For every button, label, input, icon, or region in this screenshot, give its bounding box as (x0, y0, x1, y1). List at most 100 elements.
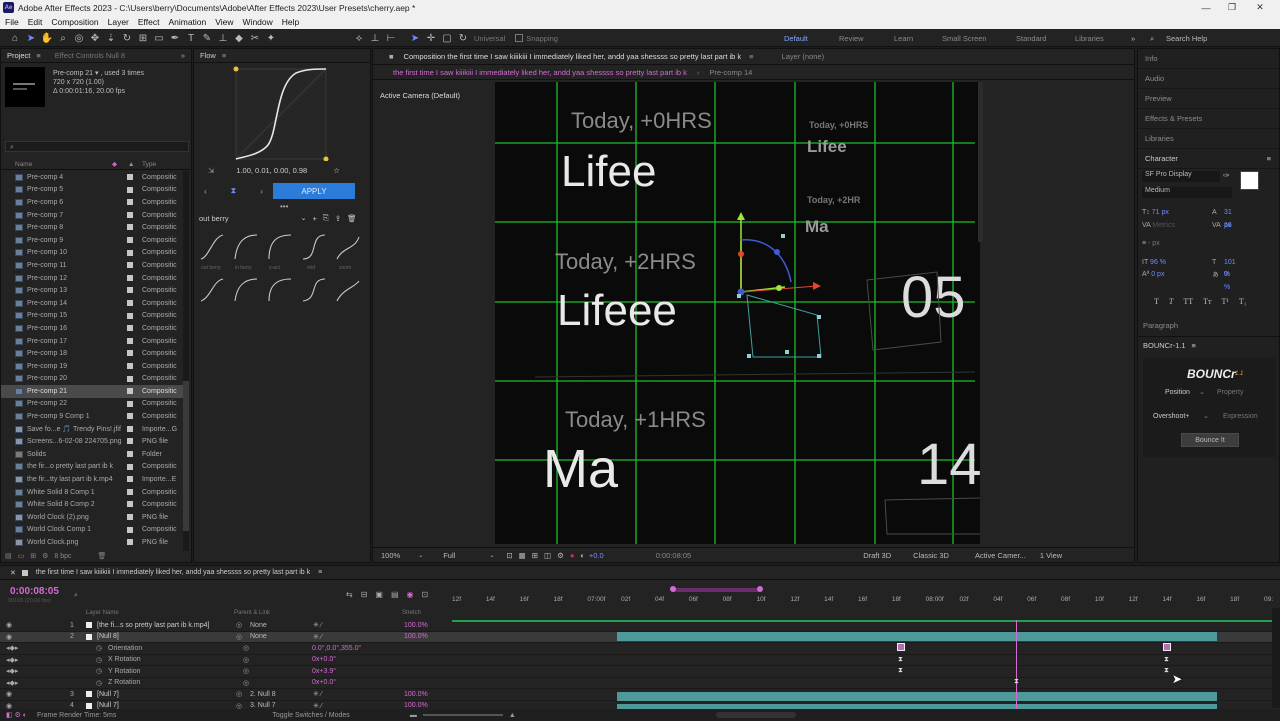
tab-project[interactable]: Project (7, 51, 30, 60)
favorite-icon[interactable]: ☆ (333, 166, 340, 175)
font-style-dropdown[interactable]: Medium (1142, 187, 1232, 198)
label-color-swatch[interactable] (127, 325, 133, 332)
visibility-icon[interactable]: ◉ (6, 633, 12, 641)
project-item[interactable]: Pre-comp 14 Compositic (1, 297, 183, 310)
menu-composition[interactable]: Composition (51, 17, 98, 27)
views-dropdown[interactable]: 1 View (1040, 551, 1062, 560)
all-caps-icon[interactable]: TT (1183, 297, 1193, 306)
world-axis-icon[interactable]: ⊢ (384, 31, 398, 45)
menu-file[interactable]: File (5, 17, 19, 27)
workspace-learn[interactable]: Learn (894, 34, 913, 43)
project-item[interactable]: Pre-comp 21 Compositic (1, 385, 183, 398)
property-value[interactable]: 0x+0.0° (312, 679, 336, 686)
faux-bold-icon[interactable]: T (1154, 297, 1159, 306)
color-channel-icon[interactable]: ● (570, 551, 575, 560)
workspace-small-screen[interactable]: Small Screen (942, 34, 987, 43)
tab-composition[interactable]: Composition the first time I saw kiiikii… (404, 52, 742, 61)
menu-help[interactable]: Help (282, 17, 299, 27)
composition-viewer[interactable]: Today, +0HRS Lifee Today, +2HRS Lifeee T… (495, 82, 980, 544)
font-family-dropdown[interactable]: SF Pro Display (1142, 171, 1220, 182)
keyframe-navigator-icon[interactable]: ◂◆▸ (6, 679, 18, 687)
label-color-swatch[interactable] (127, 451, 133, 458)
label-color-swatch[interactable] (127, 236, 133, 243)
project-item[interactable]: Screens...6-02-08 224705.png PNG file (1, 435, 183, 448)
pan-camera-icon[interactable]: ✥ (88, 31, 102, 45)
project-item[interactable]: Pre-comp 15 Compositic (1, 310, 183, 323)
rotation-tool-icon[interactable]: ↻ (120, 31, 134, 45)
lock-icon[interactable]: ■ (389, 52, 394, 61)
selection-tool-icon[interactable]: ➤ (24, 31, 38, 45)
rectangle-tool-icon[interactable]: ▭ (152, 31, 166, 45)
eraser-icon[interactable]: ◆ (232, 31, 246, 45)
hand-tool-icon[interactable]: ✋ (40, 31, 54, 45)
character-panel-tab[interactable]: Character (1145, 154, 1178, 163)
delete-icon[interactable]: 🗑 (98, 552, 107, 560)
column-layer-name[interactable]: Layer Name (86, 610, 119, 616)
tsume-value[interactable]: 0 % (1224, 269, 1230, 294)
stretch-value[interactable]: 100.0% (404, 633, 428, 640)
pickwhip-icon[interactable]: ◎ (236, 621, 242, 629)
preview-panel-tab[interactable]: Preview (1138, 89, 1279, 109)
graph-editor-icon[interactable]: ⊡ (422, 590, 429, 599)
timeline-scrollbar[interactable] (1272, 608, 1280, 708)
home-icon[interactable]: ⌂ (8, 31, 22, 45)
audio-panel-tab[interactable]: Audio (1138, 69, 1279, 89)
vertical-scale-value[interactable]: 96 % (1150, 259, 1166, 266)
label-color-swatch[interactable] (127, 274, 133, 281)
keyframe-navigator-icon[interactable]: ◂◆▸ (6, 667, 18, 675)
label-color-swatch[interactable] (127, 186, 133, 193)
search-help-input[interactable]: Search Help (1166, 34, 1207, 43)
scale-icon[interactable]: ▢ (440, 31, 454, 45)
menu-edit[interactable]: Edit (28, 17, 43, 27)
resolution-dropdown[interactable]: Full (443, 551, 455, 560)
tab-layer[interactable]: Layer (none) (782, 52, 825, 61)
visibility-icon[interactable]: ◉ (6, 690, 12, 698)
superscript-icon[interactable]: T¹ (1222, 297, 1229, 306)
stretch-value[interactable]: 100.0% (404, 691, 428, 698)
stretch-value[interactable]: 100.0% (404, 622, 428, 629)
pickwhip-icon[interactable]: ◎ (243, 644, 249, 652)
eyedropper-icon[interactable]: ✑ (1223, 171, 1230, 180)
label-color-swatch[interactable] (127, 413, 133, 420)
mask-visibility-icon[interactable]: ⊞ (532, 551, 538, 560)
zoom-dropdown[interactable]: 100% (381, 551, 400, 560)
puppet-pin-icon[interactable]: ✦ (264, 31, 278, 45)
add-preset-icon[interactable]: + (312, 214, 316, 223)
layer-row[interactable]: ◉ 2 [Null 8] None ✳ ⁄ 100.0% ◎ (0, 631, 1272, 643)
property-value[interactable]: 0x+3.9° (312, 668, 336, 675)
layer-switches-icon[interactable]: ✳ ⁄ (313, 621, 322, 629)
property-value[interactable]: 0.0°,0.0°,355.0° (312, 645, 361, 652)
close-icon[interactable]: ✕ (1248, 0, 1272, 15)
timeline-horizontal-scrollbar[interactable] (715, 712, 796, 718)
project-item[interactable]: Pre-comp 10 Compositic (1, 247, 183, 260)
timeline-tab[interactable]: the first time I saw kiiikiii I immediat… (36, 569, 310, 576)
interpret-footage-icon[interactable]: ▤ (5, 552, 12, 560)
project-item[interactable]: Pre-comp 4 Compositic (1, 171, 183, 184)
bezier-values[interactable]: 1.00, 0.01, 0.00, 0.98 (236, 166, 307, 175)
stopwatch-icon[interactable]: ◷ (96, 656, 102, 664)
column-type[interactable]: Type (142, 161, 156, 168)
label-color-swatch[interactable] (127, 539, 133, 546)
snapping-checkbox[interactable] (515, 34, 524, 42)
pickwhip-icon[interactable]: ◎ (243, 667, 249, 675)
timeline-current-time[interactable]: 0:00:08:05 (10, 586, 59, 597)
label-color-swatch[interactable] (127, 262, 133, 269)
label-color-swatch[interactable] (127, 400, 133, 407)
project-item[interactable]: Pre-comp 16 Compositic (1, 322, 183, 335)
clone-stamp-icon[interactable]: ⊥ (216, 31, 230, 45)
maximize-icon[interactable]: ❐ (1220, 0, 1244, 15)
project-item[interactable]: World Clock Comp 1 Compositic (1, 524, 183, 537)
libraries-panel-tab[interactable]: Libraries (1138, 129, 1279, 149)
property-row[interactable]: ◂◆▸ ◷ Y Rotation ◎ 0x+3.9° (0, 666, 1272, 678)
tab-flow[interactable]: Flow (200, 51, 216, 60)
search-icon[interactable]: ⌕ (1150, 34, 1154, 44)
label-color-swatch[interactable] (127, 199, 133, 206)
export-preset-icon[interactable]: ⇪ (335, 214, 341, 223)
project-item[interactable]: Pre-comp 5 Compositic (1, 184, 183, 197)
pickwhip-icon[interactable]: ◎ (236, 633, 242, 641)
breadcrumb-main-comp[interactable]: the first time I saw kiiikiii I immediat… (393, 68, 687, 77)
new-folder-icon[interactable]: ▭ (18, 552, 25, 560)
label-color-swatch[interactable] (127, 350, 133, 357)
project-item[interactable]: Pre-comp 20 Compositic (1, 373, 183, 386)
label-color-swatch[interactable] (127, 488, 133, 495)
